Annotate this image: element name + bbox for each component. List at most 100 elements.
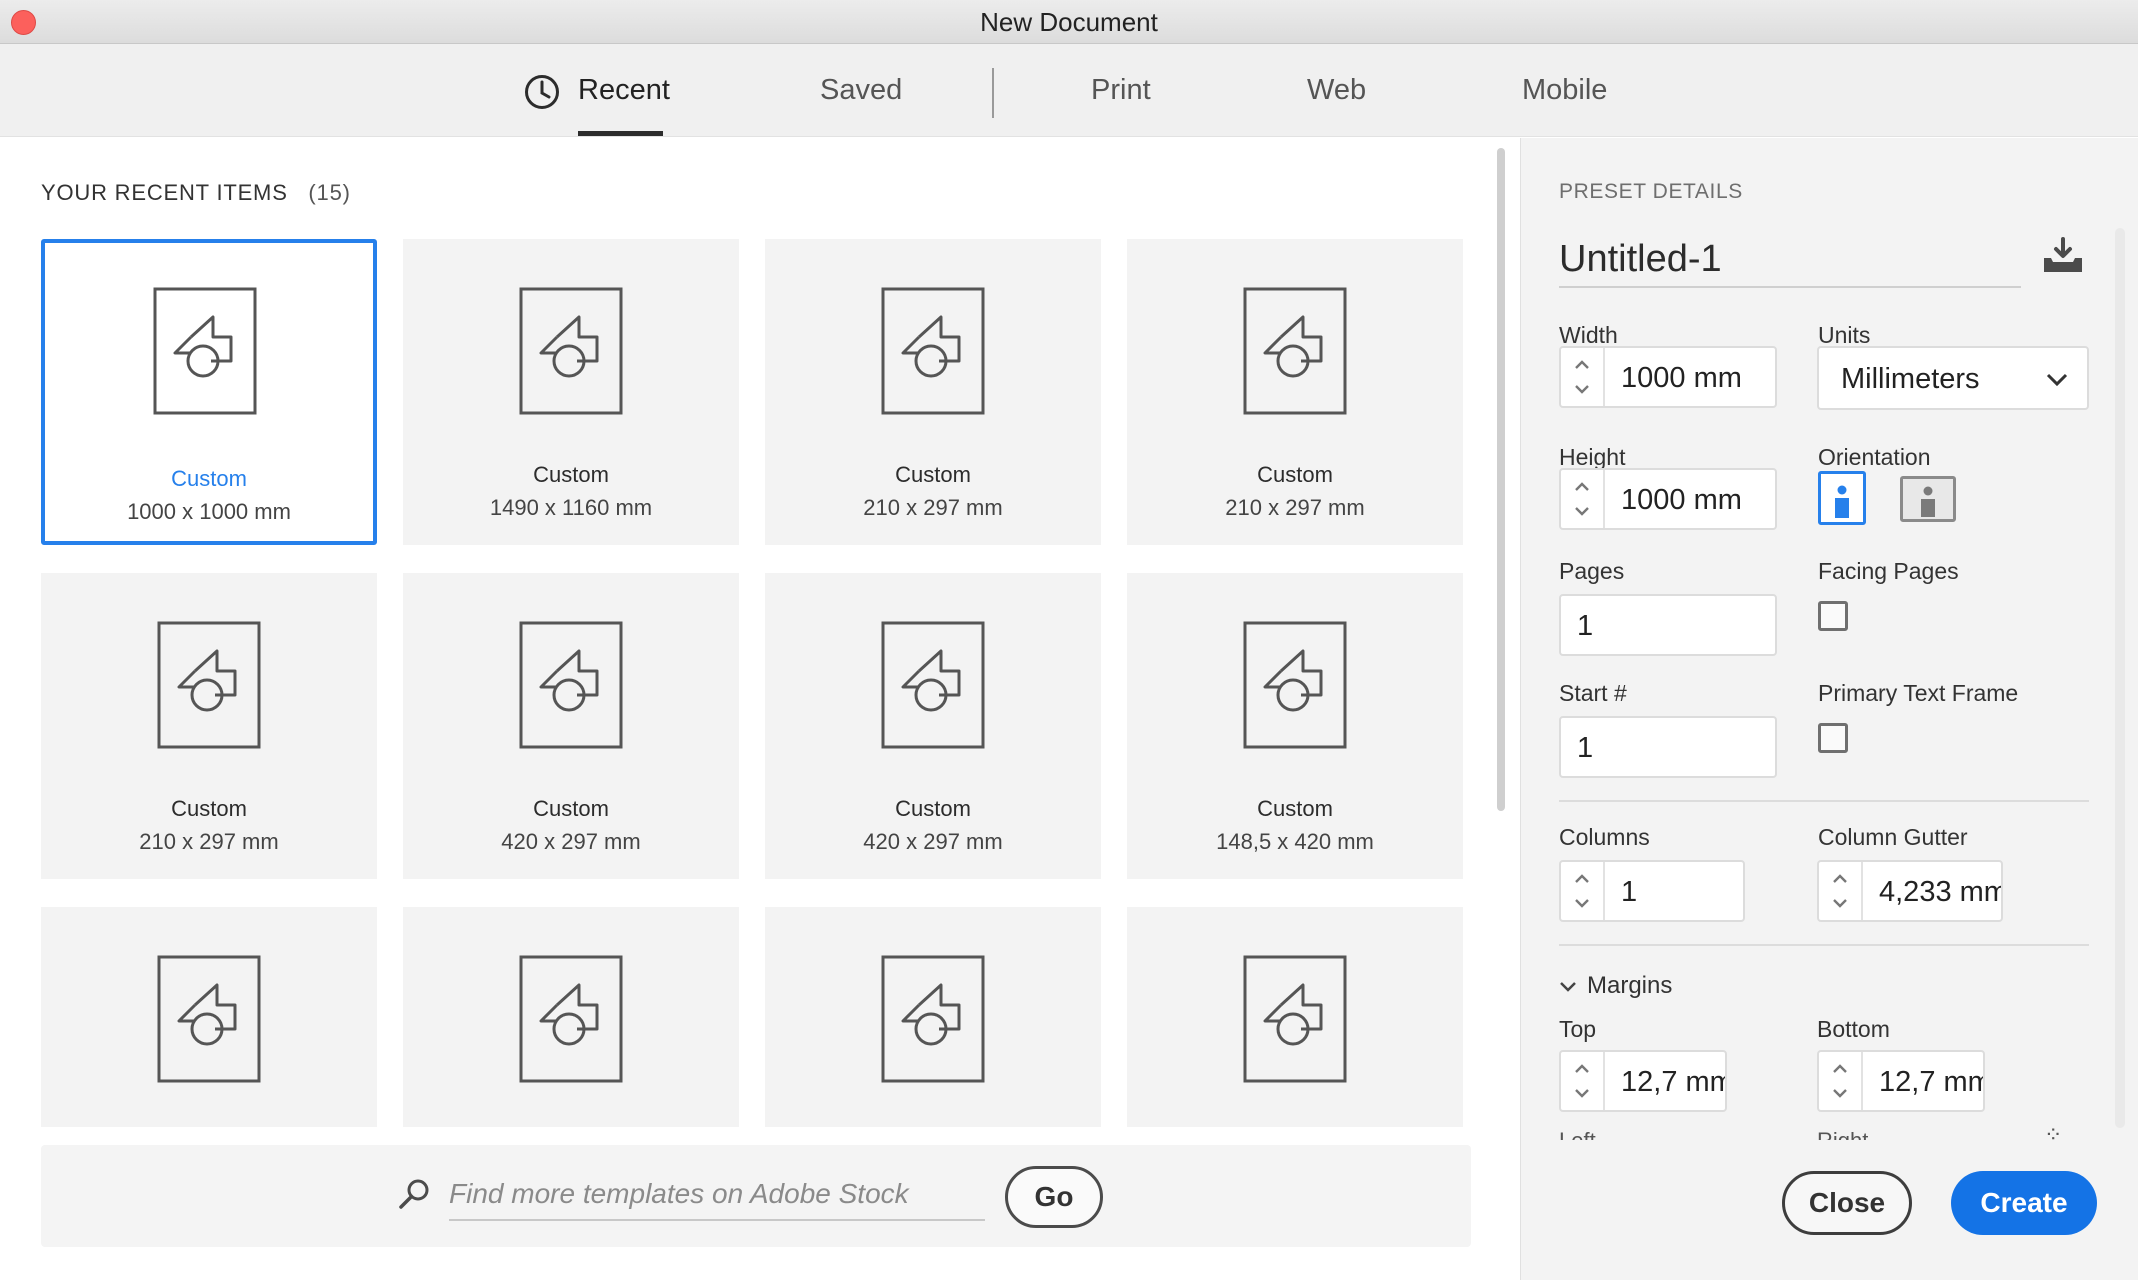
column-gutter-value[interactable]: 4,233 mm [1879, 876, 2001, 909]
recent-item-card[interactable]: Custom 210 x 297 mm [765, 239, 1101, 545]
width-value[interactable]: 1000 mm [1621, 362, 1742, 395]
units-label: Units [1818, 322, 1871, 348]
grid-scrollbar[interactable] [1497, 148, 1505, 811]
landscape-orientation-button[interactable] [1900, 476, 1956, 522]
recent-item-card[interactable]: Custom 1000 x 1000 mm [41, 239, 377, 545]
start-number-value[interactable]: 1 [1577, 732, 1593, 765]
recent-item-card[interactable] [41, 907, 377, 1127]
search-icon [399, 1179, 429, 1209]
recent-item-size: 210 x 297 mm [1225, 495, 1365, 520]
recent-item-size: 420 x 297 mm [863, 829, 1003, 854]
top-margin-value[interactable]: 12,7 mm [1621, 1066, 1725, 1099]
recent-item-name: Custom [533, 796, 609, 821]
document-preset-icon [1243, 955, 1347, 1083]
chevron-up-icon[interactable] [1573, 478, 1591, 496]
chevron-up-icon[interactable] [1573, 356, 1591, 374]
top-margin-stepper[interactable]: 12,7 mm [1559, 1050, 1727, 1112]
bottom-margin-stepper[interactable]: 12,7 mm [1817, 1050, 1985, 1112]
portrait-icon [1835, 485, 1849, 518]
preset-details-title: PRESET DETAILS [1559, 180, 1743, 203]
preset-details-panel: PRESET DETAILS Width Units 1000 mm Milli… [1520, 138, 2138, 1280]
bottom-margin-stepper-arrows[interactable] [1819, 1052, 1863, 1110]
recent-item-card[interactable]: Custom 420 x 297 mm [403, 573, 739, 879]
close-button[interactable]: Close [1782, 1171, 1912, 1235]
recent-item-card[interactable] [1127, 907, 1463, 1127]
chevron-down-icon[interactable] [1831, 1084, 1849, 1102]
chevron-up-icon[interactable] [1831, 1060, 1849, 1078]
units-select[interactable]: Millimeters [1817, 346, 2089, 410]
tab-recent[interactable]: Recent [578, 74, 670, 107]
column-gutter-stepper[interactable]: 4,233 mm [1817, 860, 2003, 922]
tab-bar: Recent Saved Print Web Mobile [0, 44, 2138, 137]
chevron-down-icon[interactable] [1573, 1084, 1591, 1102]
columns-stepper[interactable]: 1 [1559, 860, 1745, 922]
chevron-up-icon[interactable] [1573, 1060, 1591, 1078]
columns-value[interactable]: 1 [1621, 876, 1637, 909]
recent-item-card[interactable]: Custom 148,5 x 420 mm [1127, 573, 1463, 879]
facing-pages-checkbox[interactable] [1818, 601, 1848, 631]
tab-mobile[interactable]: Mobile [1522, 74, 1607, 107]
margins-toggle[interactable]: Margins [1559, 972, 1672, 1000]
start-number-field[interactable]: 1 [1559, 716, 1777, 778]
document-preset-icon [881, 621, 985, 749]
portrait-orientation-button[interactable] [1818, 471, 1866, 525]
document-name-input[interactable] [1559, 232, 2021, 288]
chevron-down-icon[interactable] [1573, 502, 1591, 520]
save-preset-icon[interactable] [2039, 236, 2087, 276]
chevron-down-icon[interactable] [1573, 894, 1591, 912]
recent-item-card[interactable] [765, 907, 1101, 1127]
create-button[interactable]: Create [1951, 1171, 2097, 1235]
preset-scrollbar[interactable] [2115, 228, 2125, 1128]
chevron-down-icon [1560, 981, 1576, 992]
recent-items-count: (15) [308, 180, 351, 205]
width-stepper[interactable]: 1000 mm [1559, 346, 1777, 408]
go-button[interactable]: Go [1005, 1166, 1103, 1228]
pages-field[interactable]: 1 [1559, 594, 1777, 656]
document-preset-icon [519, 287, 623, 415]
bottom-margin-value[interactable]: 12,7 mm [1879, 1066, 1983, 1099]
height-value[interactable]: 1000 mm [1621, 484, 1742, 517]
recent-items-title: YOUR RECENT ITEMS [41, 180, 288, 205]
chevron-up-icon[interactable] [1831, 870, 1849, 888]
chevron-up-icon[interactable] [1573, 870, 1591, 888]
document-preset-icon [157, 621, 261, 749]
column-gutter-label: Column Gutter [1818, 824, 1968, 850]
width-label: Width [1559, 322, 1618, 348]
right-margin-label: Right [1817, 1128, 1868, 1140]
recent-items-panel: YOUR RECENT ITEMS (15) Custom 1000 x 1000… [0, 138, 1520, 1280]
top-margin-label: Top [1559, 1016, 1597, 1042]
width-stepper-arrows[interactable] [1561, 348, 1605, 406]
height-stepper[interactable]: 1000 mm [1559, 468, 1777, 530]
recent-item-card[interactable]: Custom 1490 x 1160 mm [403, 239, 739, 545]
recent-item-name: Custom [171, 466, 247, 491]
columns-label: Columns [1559, 824, 1650, 850]
tab-print[interactable]: Print [1091, 74, 1151, 107]
recent-item-card[interactable]: Custom 420 x 297 mm [765, 573, 1101, 879]
columns-stepper-arrows[interactable] [1561, 862, 1605, 920]
top-margin-stepper-arrows[interactable] [1561, 1052, 1605, 1110]
height-stepper-arrows[interactable] [1561, 470, 1605, 528]
chevron-down-icon[interactable] [1573, 380, 1591, 398]
document-preset-icon [881, 287, 985, 415]
window-title: New Document [980, 7, 1158, 37]
start-number-label: Start # [1559, 680, 1627, 706]
recent-item-size: 420 x 297 mm [501, 829, 641, 854]
recent-item-size: 148,5 x 420 mm [1216, 829, 1374, 854]
gutter-stepper-arrows[interactable] [1819, 862, 1863, 920]
pages-value[interactable]: 1 [1577, 610, 1593, 643]
tab-saved[interactable]: Saved [820, 74, 902, 107]
clock-icon [525, 75, 559, 109]
primary-text-frame-checkbox[interactable] [1818, 723, 1848, 753]
landscape-icon [1921, 486, 1935, 517]
recent-item-card[interactable]: Custom 210 x 297 mm [1127, 239, 1463, 545]
recent-item-name: Custom [895, 796, 971, 821]
recent-item-name: Custom [533, 462, 609, 487]
recent-item-card[interactable]: Custom 210 x 297 mm [41, 573, 377, 879]
primary-text-frame-label: Primary Text Frame [1818, 680, 2019, 706]
document-preset-icon [519, 621, 623, 749]
chevron-down-icon[interactable] [1831, 894, 1849, 912]
stock-search-input[interactable] [449, 1169, 985, 1221]
recent-item-card[interactable] [403, 907, 739, 1127]
height-label: Height [1559, 444, 1626, 470]
tab-web[interactable]: Web [1307, 74, 1366, 107]
